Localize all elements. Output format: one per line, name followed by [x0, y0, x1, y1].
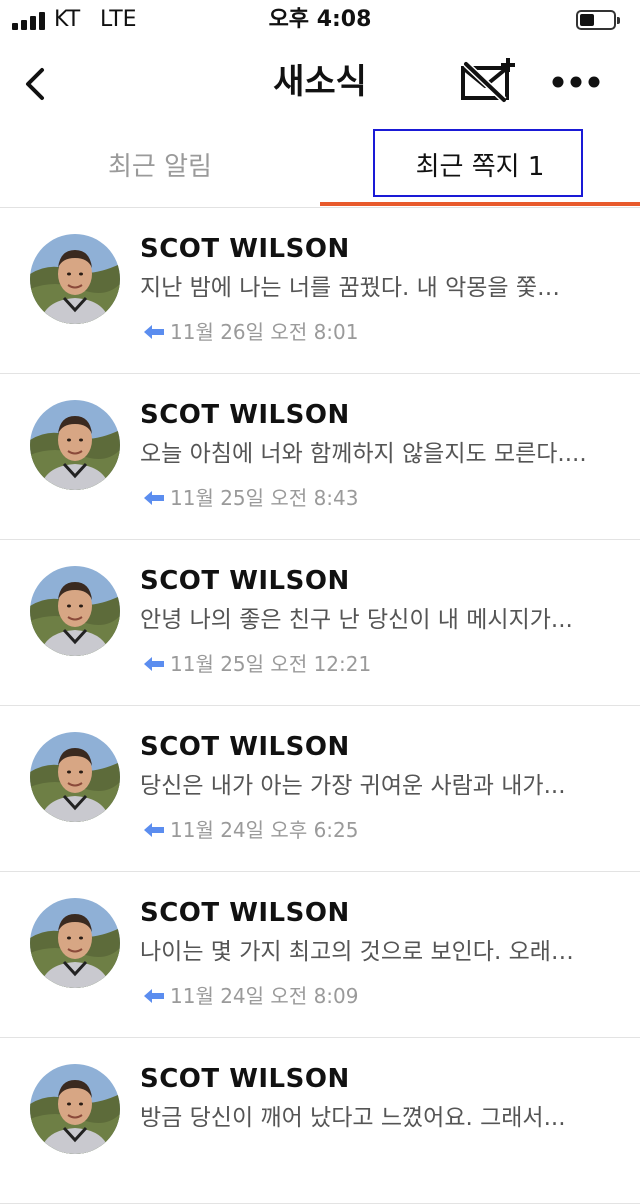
message-item[interactable]: SCOT WILSON 나이는 몇 가지 최고의 것으로 보인다. 오래… 11… [0, 872, 640, 1038]
message-date: 11월 24일 오전 8:09 [170, 984, 359, 1008]
message-sender: SCOT WILSON [140, 732, 350, 762]
avatar [30, 732, 120, 822]
message-meta: 11월 25일 오전 8:43 [144, 484, 358, 512]
message-preview: 안녕 나의 좋은 친구 난 당신이 내 메시지가... [140, 607, 573, 633]
avatar [30, 400, 120, 490]
message-sender: SCOT WILSON [140, 234, 350, 264]
reply-arrow-icon [144, 983, 164, 1003]
new-message-icon[interactable] [458, 56, 518, 104]
message-preview: 방금 당신이 깨어 났다고 느꼈어요. 그래서... [140, 1105, 566, 1131]
message-meta: 11월 26일 오전 8:01 [144, 318, 358, 346]
status-bar: KT LTE 오후 4:08 [0, 0, 640, 40]
avatar [30, 234, 120, 324]
battery-icon [576, 10, 620, 32]
more-dots-icon[interactable] [552, 72, 600, 92]
avatar [30, 1064, 120, 1154]
tab-bar: 최근 알림 최근 쪽지 1 [0, 128, 640, 208]
page-title: 새소식 [273, 62, 367, 102]
message-sender: SCOT WILSON [140, 898, 350, 928]
message-sender: SCOT WILSON [140, 1064, 350, 1094]
reply-arrow-icon [144, 485, 164, 505]
active-tab-indicator [320, 202, 640, 206]
message-item[interactable]: SCOT WILSON 안녕 나의 좋은 친구 난 당신이 내 메시지가... … [0, 540, 640, 706]
message-item[interactable]: SCOT WILSON 당신은 내가 아는 가장 귀여운 사람과 내가... 1… [0, 706, 640, 872]
message-sender: SCOT WILSON [140, 400, 350, 430]
message-meta: 11월 25일 오전 12:21 [144, 650, 371, 678]
message-preview: 지난 밤에 나는 너를 꿈꿨다. 내 악몽을 쫓… [140, 275, 561, 301]
nav-header: 새소식 [0, 40, 640, 128]
message-date: 11월 25일 오전 12:21 [170, 652, 372, 676]
message-meta: 11월 24일 오후 6:25 [144, 816, 358, 844]
message-date: 11월 24일 오후 6:25 [170, 818, 359, 842]
tab-recent-alerts[interactable]: 최근 알림 [0, 128, 320, 206]
reply-arrow-icon [144, 817, 164, 837]
avatar [30, 898, 120, 988]
message-item[interactable]: SCOT WILSON 지난 밤에 나는 너를 꿈꿨다. 내 악몽을 쫓… 11… [0, 208, 640, 374]
tab-focus-highlight [373, 129, 583, 197]
status-time: 오후 4:08 [268, 7, 372, 32]
message-preview: 나이는 몇 가지 최고의 것으로 보인다. 오래… [140, 939, 574, 965]
message-item[interactable]: SCOT WILSON 방금 당신이 깨어 났다고 느꼈어요. 그래서... [0, 1038, 640, 1204]
avatar [30, 566, 120, 656]
message-sender: SCOT WILSON [140, 566, 350, 596]
message-item[interactable]: SCOT WILSON 오늘 아침에 너와 함께하지 않을지도 모른다.... … [0, 374, 640, 540]
reply-arrow-icon [144, 651, 164, 671]
message-meta: 11월 24일 오전 8:09 [144, 982, 358, 1010]
message-date: 11월 25일 오전 8:43 [170, 486, 359, 510]
message-list: SCOT WILSON 지난 밤에 나는 너를 꿈꿨다. 내 악몽을 쫓… 11… [0, 208, 640, 1204]
reply-arrow-icon [144, 319, 164, 339]
message-preview: 오늘 아침에 너와 함께하지 않을지도 모른다.... [140, 441, 587, 467]
message-date: 11월 26일 오전 8:01 [170, 320, 359, 344]
message-preview: 당신은 내가 아는 가장 귀여운 사람과 내가... [140, 773, 566, 799]
